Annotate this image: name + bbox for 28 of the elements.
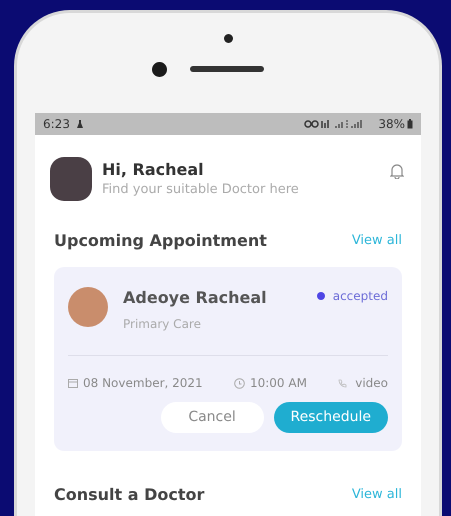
subtitle: Find your suitable Doctor here xyxy=(102,181,299,199)
reschedule-button[interactable]: Reschedule xyxy=(274,402,388,433)
doctor-specialty: Primary Care xyxy=(123,316,202,333)
appointment-status: accepted xyxy=(332,288,388,305)
status-time: 6:23 xyxy=(43,116,70,133)
appointment-card[interactable]: Adeoye Racheal Primary Care accepted 08 November, 2021 10:00 AM video Cancel Reschedule xyxy=(54,267,402,451)
battery-level: 38% xyxy=(378,116,405,133)
clock-icon xyxy=(234,378,245,388)
battery-icon xyxy=(407,119,413,129)
appointment-type: video xyxy=(355,375,388,392)
appointment-date: 08 November, 2021 xyxy=(83,375,203,392)
doctor-avatar-placeholder xyxy=(68,287,108,327)
cancel-button[interactable]: Cancel xyxy=(160,402,264,433)
section-title: Consult a Doctor xyxy=(54,484,204,506)
doctor-name: Adeoye Racheal xyxy=(123,287,267,309)
calendar-icon xyxy=(68,378,78,388)
greeting: Hi, Racheal xyxy=(102,159,205,181)
camera-icon xyxy=(152,62,167,77)
view-all-link[interactable]: View all xyxy=(352,231,402,251)
notification-bell-icon[interactable] xyxy=(390,163,404,179)
notification-icon xyxy=(76,119,84,129)
speaker-icon xyxy=(190,66,264,72)
sensor-icon xyxy=(224,34,233,43)
section-title: Upcoming Appointment xyxy=(54,230,267,252)
view-all-link[interactable]: View all xyxy=(352,485,402,505)
appointment-time: 10:00 AM xyxy=(250,375,307,392)
avatar-placeholder xyxy=(50,157,92,201)
phone-icon xyxy=(338,378,348,388)
